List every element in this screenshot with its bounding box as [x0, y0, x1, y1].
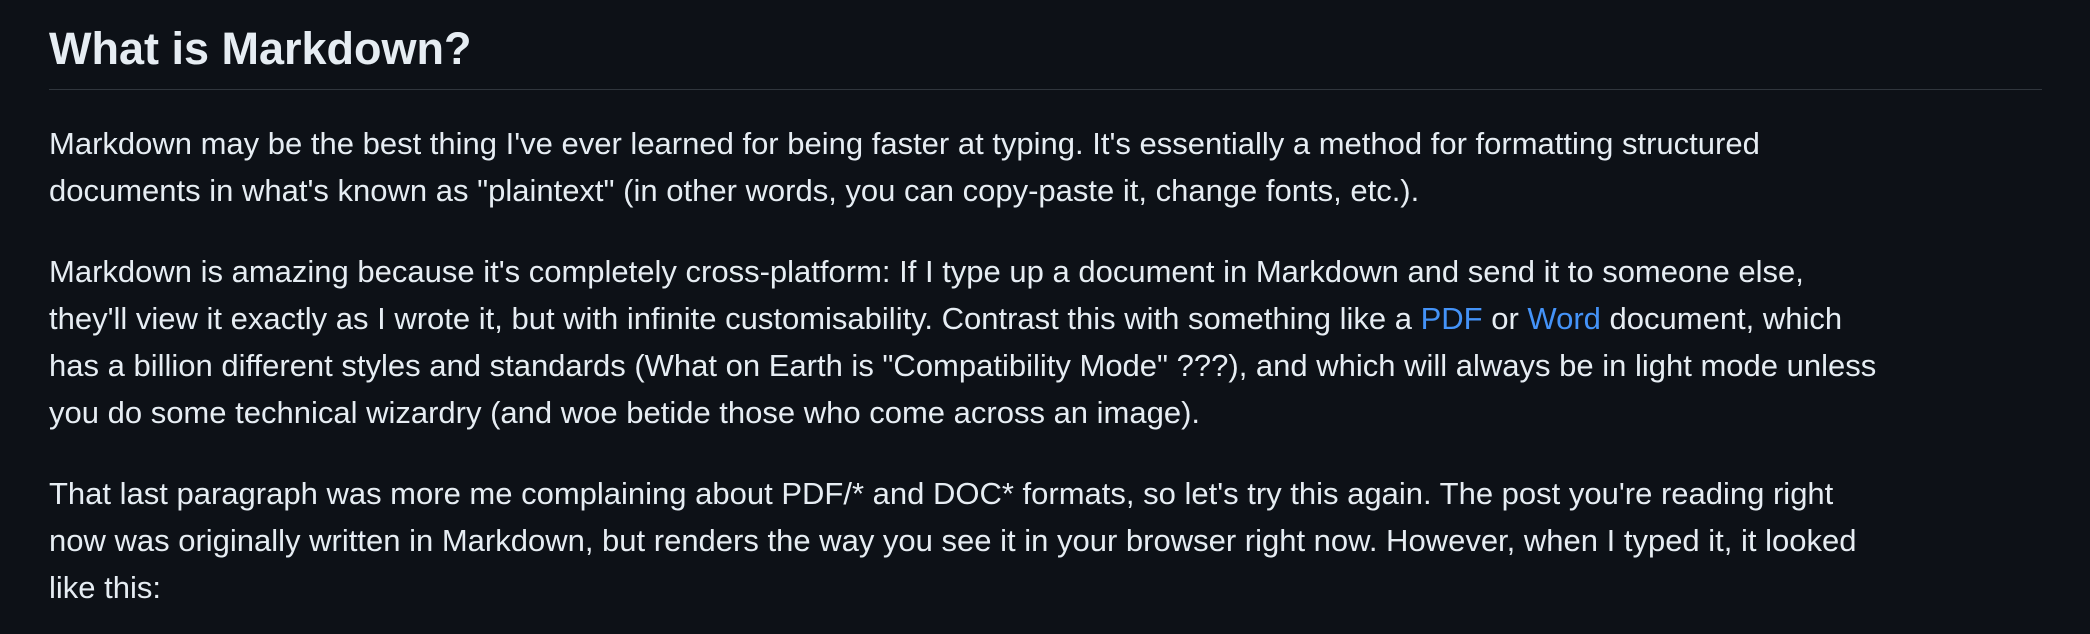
paragraph-markdown-example: That last paragraph was more me complain… — [49, 470, 2041, 611]
paragraph-line: That last paragraph was more me complain… — [49, 476, 1834, 511]
paragraph-line: has a billion different styles and stand… — [49, 348, 1877, 383]
pdf-link[interactable]: PDF — [1421, 301, 1483, 336]
paragraph-intro: Markdown may be the best thing I've ever… — [49, 120, 2041, 214]
paragraph-cross-platform: Markdown is amazing because it's complet… — [49, 248, 2041, 436]
paragraph-line: Markdown is amazing because it's complet… — [49, 254, 1804, 289]
paragraph-text: or — [1482, 301, 1528, 336]
paragraph-line: now was originally written in Markdown, … — [49, 523, 1857, 558]
paragraph-line-with-links: they'll view it exactly as I wrote it, b… — [49, 295, 2041, 342]
paragraph-line: you do some technical wizardry (and woe … — [49, 395, 1201, 430]
paragraph-line: Markdown may be the best thing I've ever… — [49, 126, 1760, 161]
paragraph-line: like this: — [49, 570, 161, 605]
section-heading: What is Markdown? — [49, 23, 472, 74]
heading-divider — [49, 89, 2042, 90]
article-content: What is Markdown? Markdown may be the be… — [0, 0, 2090, 634]
paragraph-line: documents in what's known as "plaintext"… — [49, 173, 1420, 208]
word-link[interactable]: Word — [1527, 301, 1601, 336]
paragraph-text: they'll view it exactly as I wrote it, b… — [49, 301, 1421, 336]
paragraph-text: document, which — [1600, 301, 1843, 336]
